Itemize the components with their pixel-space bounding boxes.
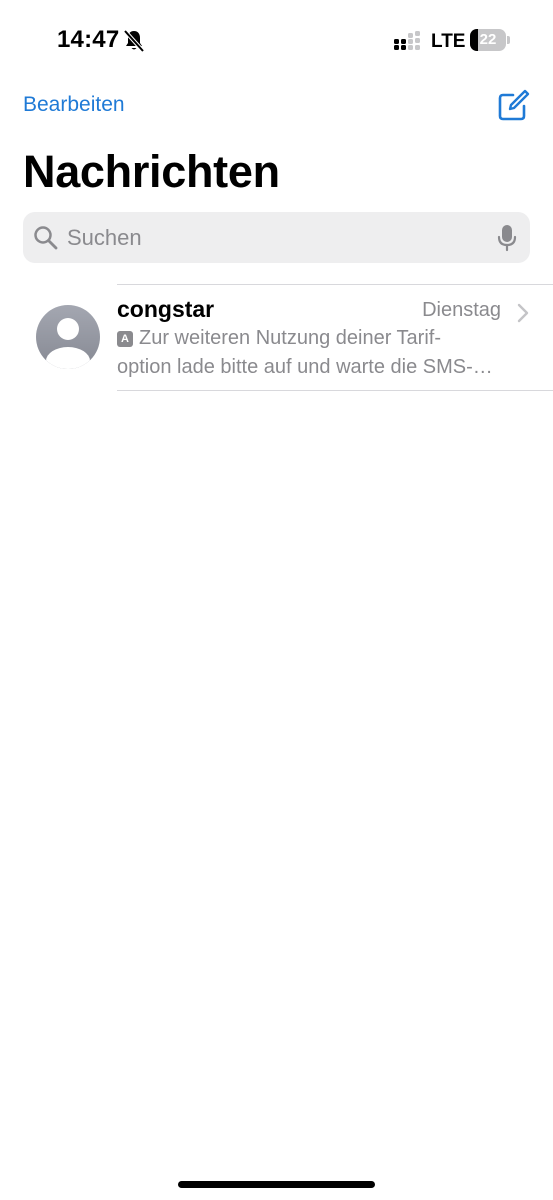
network-type-label: LTE: [431, 31, 466, 52]
microphone-icon[interactable]: [497, 224, 517, 252]
search-icon: [34, 226, 58, 250]
message-preview-line-2: option lade bitte auf und warte die SMS-…: [117, 356, 493, 378]
chevron-right-icon: [517, 303, 529, 323]
status-time: 14:47: [57, 26, 120, 53]
cellular-signal-icon: [394, 31, 420, 50]
battery-level: 22: [479, 31, 497, 48]
person-avatar-icon: [36, 305, 100, 369]
page-title: Nachrichten: [23, 146, 280, 197]
message-date: Dienstag: [422, 299, 501, 321]
message-preview-text-1: Zur weiteren Nutzung deiner Tarif-: [139, 327, 441, 349]
sender-name: congstar: [117, 296, 215, 322]
list-divider-bottom: [117, 390, 553, 391]
conversation-row[interactable]: congstar Dienstag A Zur weiteren Nutzung …: [0, 285, 553, 390]
bell-slash-icon: [123, 29, 145, 53]
home-indicator[interactable]: [178, 1181, 375, 1188]
message-preview-line-1: A Zur weiteren Nutzung deiner Tarif-: [117, 327, 441, 350]
automated-message-badge: A: [117, 331, 133, 347]
edit-button[interactable]: Bearbeiten: [23, 93, 125, 117]
status-bar: 14:47 LTE 22: [0, 0, 553, 84]
search-bar[interactable]: [23, 212, 530, 263]
battery-icon: 22: [470, 29, 510, 53]
search-input[interactable]: [67, 212, 487, 263]
compose-icon[interactable]: [496, 89, 530, 123]
